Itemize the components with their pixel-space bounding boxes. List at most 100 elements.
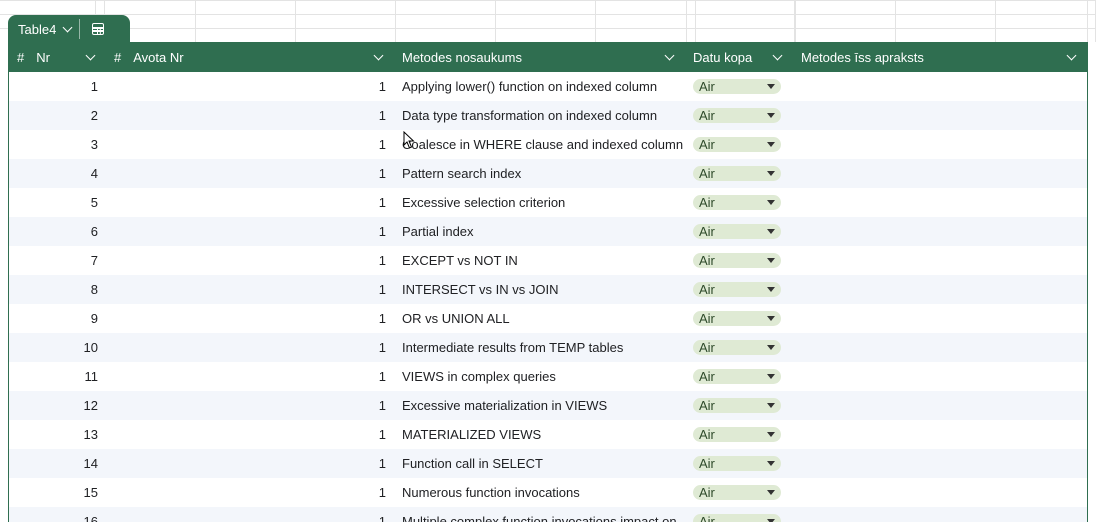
cell-avota-nr[interactable]: 1 [106, 514, 394, 522]
datu-kopa-dropdown[interactable]: Air [693, 79, 781, 94]
column-header-datu-kopa[interactable]: Datu kopa [685, 42, 793, 72]
table-row[interactable]: 9 1 OR vs UNION ALL Air [9, 304, 1087, 333]
cell-datu-kopa[interactable]: Air [685, 311, 793, 326]
chevron-down-icon[interactable] [373, 50, 384, 61]
cell-metodes-nosaukums[interactable]: Data type transformation on indexed colu… [394, 108, 685, 123]
cell-datu-kopa[interactable]: Air [685, 195, 793, 210]
cell-nr[interactable]: 4 [9, 166, 106, 181]
cell-nr[interactable]: 15 [9, 485, 106, 500]
datu-kopa-dropdown[interactable]: Air [693, 224, 781, 239]
caret-down-icon[interactable] [767, 258, 775, 263]
cell-datu-kopa[interactable]: Air [685, 108, 793, 123]
chevron-down-icon[interactable] [85, 50, 96, 61]
datu-kopa-dropdown[interactable]: Air [693, 166, 781, 181]
cell-metodes-nosaukums[interactable]: Excessive selection criterion [394, 195, 685, 210]
table-row[interactable]: 7 1 EXCEPT vs NOT IN Air [9, 246, 1087, 275]
cell-datu-kopa[interactable]: Air [685, 398, 793, 413]
cell-metodes-nosaukums[interactable]: Numerous function invocations [394, 485, 685, 500]
cell-datu-kopa[interactable]: Air [685, 224, 793, 239]
datu-kopa-dropdown[interactable]: Air [693, 108, 781, 123]
table-tab[interactable]: Table4 [8, 15, 130, 43]
cell-metodes-nosaukums[interactable]: MATERIALIZED VIEWS [394, 427, 685, 442]
caret-down-icon[interactable] [767, 316, 775, 321]
cell-avota-nr[interactable]: 1 [106, 137, 394, 152]
cell-datu-kopa[interactable]: Air [685, 253, 793, 268]
chevron-down-icon[interactable] [772, 50, 783, 61]
caret-down-icon[interactable] [767, 461, 775, 466]
cell-nr[interactable]: 5 [9, 195, 106, 210]
datu-kopa-dropdown[interactable]: Air [693, 137, 781, 152]
cell-avota-nr[interactable]: 1 [106, 108, 394, 123]
cell-datu-kopa[interactable]: Air [685, 427, 793, 442]
table-row[interactable]: 2 1 Data type transformation on indexed co… [9, 101, 1087, 130]
datu-kopa-dropdown[interactable]: Air [693, 456, 781, 471]
datu-kopa-dropdown[interactable]: Air [693, 427, 781, 442]
cell-avota-nr[interactable]: 1 [106, 79, 394, 94]
cell-datu-kopa[interactable]: Air [685, 369, 793, 384]
cell-datu-kopa[interactable]: Air [685, 166, 793, 181]
cell-nr[interactable]: 12 [9, 398, 106, 413]
cell-metodes-nosaukums[interactable]: Excessive materialization in VIEWS [394, 398, 685, 413]
cell-avota-nr[interactable]: 1 [106, 224, 394, 239]
datu-kopa-dropdown[interactable]: Air [693, 369, 781, 384]
table-row[interactable]: 13 1 MATERIALIZED VIEWS Air [9, 420, 1087, 449]
caret-down-icon[interactable] [767, 171, 775, 176]
table-view-icon[interactable] [92, 23, 105, 35]
cell-avota-nr[interactable]: 1 [106, 340, 394, 355]
table-row[interactable]: 8 1 INTERSECT vs IN vs JOIN Air [9, 275, 1087, 304]
chevron-down-icon[interactable] [62, 22, 73, 33]
caret-down-icon[interactable] [767, 490, 775, 495]
cell-avota-nr[interactable]: 1 [106, 282, 394, 297]
cell-nr[interactable]: 14 [9, 456, 106, 471]
table-row[interactable]: 4 1 Pattern search index Air [9, 159, 1087, 188]
cell-metodes-nosaukums[interactable]: Function call in SELECT [394, 456, 685, 471]
cell-nr[interactable]: 8 [9, 282, 106, 297]
chevron-down-icon[interactable] [1066, 50, 1077, 61]
cell-datu-kopa[interactable]: Air [685, 340, 793, 355]
cell-nr[interactable]: 13 [9, 427, 106, 442]
cell-datu-kopa[interactable]: Air [685, 485, 793, 500]
caret-down-icon[interactable] [767, 229, 775, 234]
cell-nr[interactable]: 3 [9, 137, 106, 152]
table-row[interactable]: 3 1 Coalesce in WHERE clause and indexed c… [9, 130, 1087, 159]
cell-metodes-nosaukums[interactable]: Coalesce in WHERE clause and indexed col… [394, 137, 685, 152]
datu-kopa-dropdown[interactable]: Air [693, 195, 781, 210]
cell-nr[interactable]: 7 [9, 253, 106, 268]
caret-down-icon[interactable] [767, 432, 775, 437]
column-header-metodes-nosaukums[interactable]: Metodes nosaukums [394, 42, 685, 72]
cell-metodes-nosaukums[interactable]: Pattern search index [394, 166, 685, 181]
datu-kopa-dropdown[interactable]: Air [693, 311, 781, 326]
cell-avota-nr[interactable]: 1 [106, 195, 394, 210]
cell-avota-nr[interactable]: 1 [106, 398, 394, 413]
cell-nr[interactable]: 9 [9, 311, 106, 326]
caret-down-icon[interactable] [767, 287, 775, 292]
cell-metodes-nosaukums[interactable]: Applying lower() function on indexed col… [394, 79, 685, 94]
cell-metodes-nosaukums[interactable]: Intermediate results from TEMP tables [394, 340, 685, 355]
cell-nr[interactable]: 1 [9, 79, 106, 94]
cell-datu-kopa[interactable]: Air [685, 456, 793, 471]
caret-down-icon[interactable] [767, 84, 775, 89]
cell-datu-kopa[interactable]: Air [685, 137, 793, 152]
table-row[interactable]: 10 1 Intermediate results from TEMP tables… [9, 333, 1087, 362]
cell-metodes-nosaukums[interactable]: EXCEPT vs NOT IN [394, 253, 685, 268]
table-row[interactable]: 15 1 Numerous function invocations Air [9, 478, 1087, 507]
caret-down-icon[interactable] [767, 345, 775, 350]
cell-metodes-nosaukums[interactable]: INTERSECT vs IN vs JOIN [394, 282, 685, 297]
datu-kopa-dropdown[interactable]: Air [693, 398, 781, 413]
caret-down-icon[interactable] [767, 374, 775, 379]
chevron-down-icon[interactable] [664, 50, 675, 61]
caret-down-icon[interactable] [767, 200, 775, 205]
cell-nr[interactable]: 16 [9, 514, 106, 522]
cell-metodes-nosaukums[interactable]: OR vs UNION ALL [394, 311, 685, 326]
table-row[interactable]: 11 1 VIEWS in complex queries Air [9, 362, 1087, 391]
table-row[interactable]: 1 1 Applying lower() function on indexed c… [9, 72, 1087, 101]
datu-kopa-dropdown[interactable]: Air [693, 282, 781, 297]
cell-nr[interactable]: 10 [9, 340, 106, 355]
cell-metodes-nosaukums[interactable]: Partial index [394, 224, 685, 239]
cell-nr[interactable]: 6 [9, 224, 106, 239]
cell-datu-kopa[interactable]: Air [685, 282, 793, 297]
cell-avota-nr[interactable]: 1 [106, 166, 394, 181]
cell-avota-nr[interactable]: 1 [106, 253, 394, 268]
caret-down-icon[interactable] [767, 142, 775, 147]
column-header-metodes-apraksts[interactable]: Metodes īss apraksts [793, 42, 1087, 72]
